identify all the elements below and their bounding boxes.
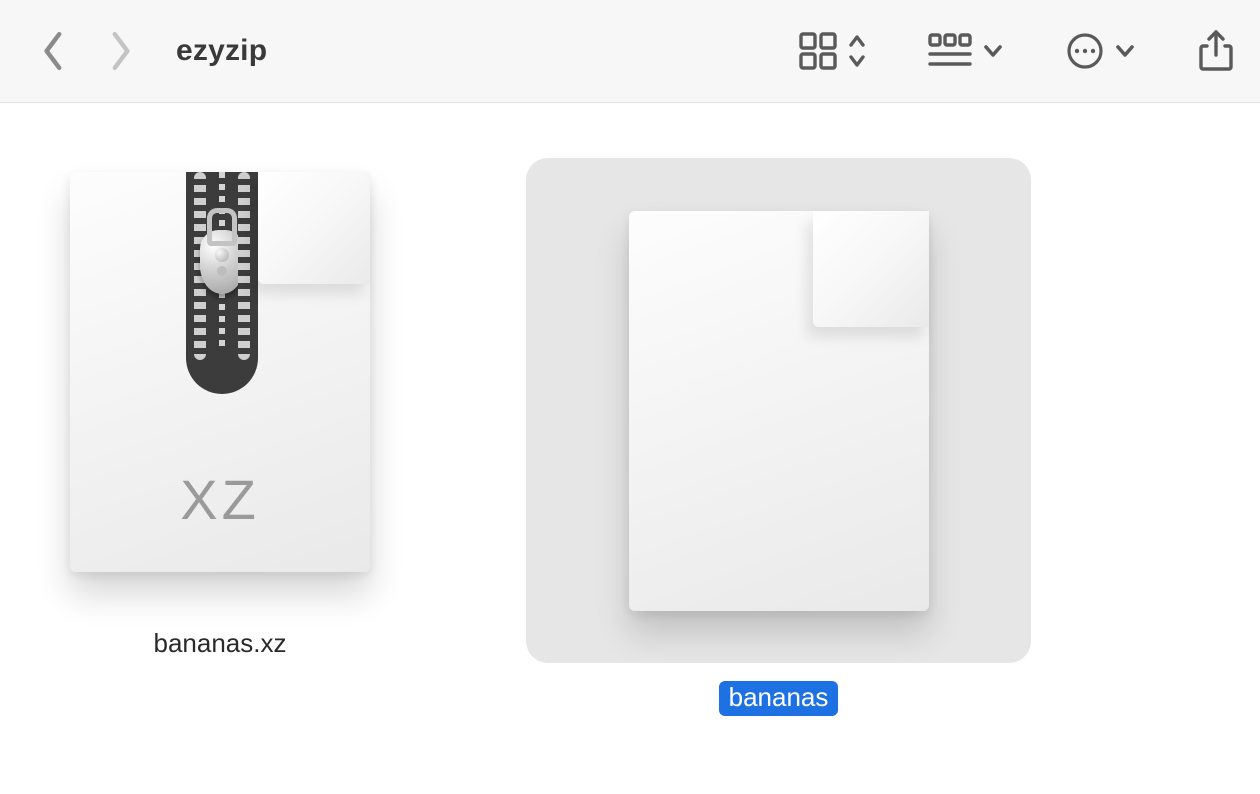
zipper-icon	[186, 172, 258, 394]
file-item-document-selected[interactable]: bananas	[526, 158, 1031, 716]
selection-highlight	[526, 158, 1031, 663]
chevron-down-icon	[982, 40, 1004, 62]
nav-back-button[interactable]	[42, 30, 68, 72]
file-type-badge: XZ	[70, 467, 370, 532]
group-by-button[interactable]	[928, 31, 1004, 71]
share-icon	[1198, 30, 1234, 72]
up-down-icon	[848, 32, 866, 70]
grid-icon	[798, 31, 838, 71]
file-grid[interactable]: XZ bananas.xz bananas	[0, 103, 1260, 771]
toolbar-right-controls	[798, 30, 1234, 72]
window-title: ezyzip	[176, 34, 267, 68]
file-icon-blank	[629, 211, 929, 611]
nav-group	[42, 30, 132, 72]
share-button[interactable]	[1198, 30, 1234, 72]
file-icon-xz: XZ	[70, 172, 370, 572]
file-name-label[interactable]: bananas.xz	[154, 628, 287, 659]
file-name-label-selected[interactable]: bananas	[719, 681, 839, 716]
ellipsis-circle-icon	[1066, 32, 1104, 70]
chevron-down-icon	[1114, 40, 1136, 62]
group-icon	[928, 31, 972, 71]
actions-button[interactable]	[1066, 32, 1136, 70]
nav-forward-button[interactable]	[106, 30, 132, 72]
file-item-xz-archive[interactable]: XZ bananas.xz	[60, 158, 380, 716]
view-mode-button[interactable]	[798, 31, 866, 71]
finder-toolbar: ezyzip	[0, 0, 1260, 103]
